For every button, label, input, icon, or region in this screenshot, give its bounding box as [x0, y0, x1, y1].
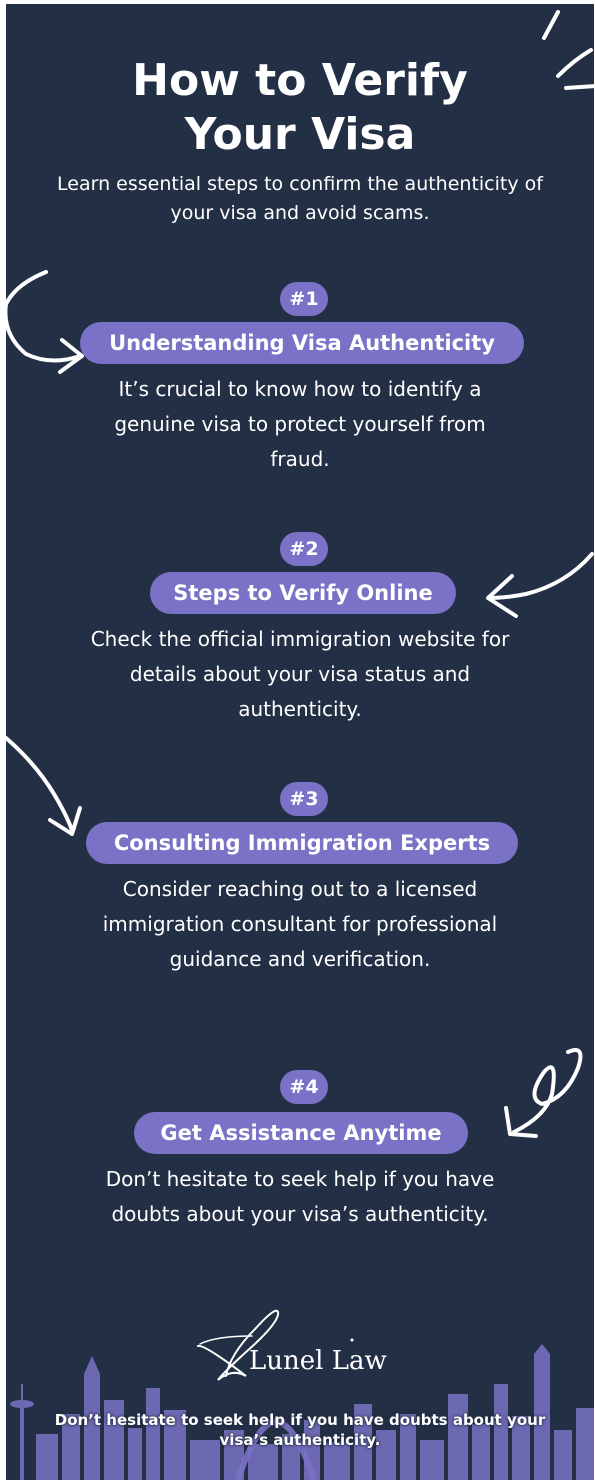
step-heading: Consulting Immigration Experts	[86, 822, 518, 864]
step-number-badge: #1	[280, 282, 328, 316]
step-description: It’s crucial to know how to identify a g…	[114, 377, 486, 471]
step-heading: Steps to Verify Online	[150, 572, 456, 614]
step-heading: Understanding Visa Authenticity	[80, 322, 524, 364]
brand-name: Lunel Law	[249, 1346, 387, 1376]
footer-tagline: Don’t hesitate to seek help if you have …	[54, 1411, 546, 1449]
page-subtitle: Learn essential steps to confirm the aut…	[57, 173, 543, 224]
lunel-law-logo-icon	[197, 1309, 354, 1381]
infographic-canvas: How to Verify Your Visa Learn essential …	[6, 4, 594, 1480]
brush-stroke-icon	[542, 10, 560, 40]
step-heading: Get Assistance Anytime	[134, 1112, 468, 1154]
step-description: Don’t hesitate to seek help if you have …	[105, 1167, 495, 1226]
step-description: Check the official immigration website f…	[90, 627, 510, 721]
step-number-badge: #4	[280, 1070, 328, 1104]
page-title: How to Verify	[132, 55, 468, 106]
step-description: Consider reaching out to a licensed immi…	[102, 877, 498, 971]
step-number-badge: #3	[280, 782, 328, 816]
curly-arrow-left-icon	[488, 552, 594, 600]
page-title-line-2: Your Visa	[184, 109, 416, 160]
step-number-badge: #2	[280, 532, 328, 566]
curly-arrow-down-icon	[6, 736, 74, 832]
loop-arrow-left-icon	[512, 1048, 583, 1134]
